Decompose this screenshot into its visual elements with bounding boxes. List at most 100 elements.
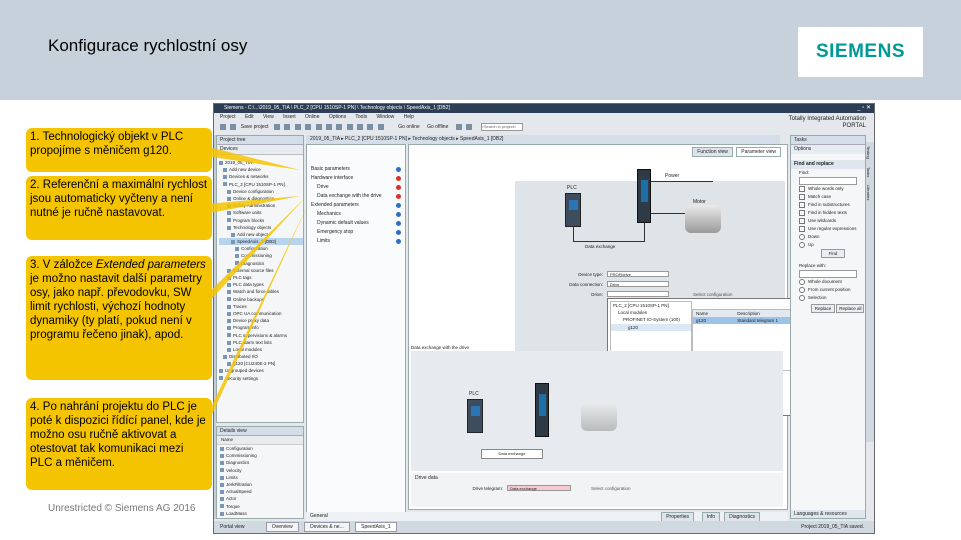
project-tree-item[interactable]: Ungrouped devices bbox=[219, 367, 303, 374]
options-label[interactable]: Options bbox=[794, 146, 811, 152]
replace-scope-option[interactable]: Selection bbox=[791, 294, 865, 302]
redo-icon[interactable] bbox=[336, 123, 343, 130]
compile-icon[interactable] bbox=[346, 123, 353, 130]
down-radio[interactable] bbox=[799, 233, 805, 240]
portal-view-button[interactable]: Portal view bbox=[220, 524, 244, 530]
project-tree-item[interactable]: Distributed I/O bbox=[219, 353, 303, 360]
find-option[interactable]: Find in substructures bbox=[791, 201, 865, 209]
menu-view[interactable]: View bbox=[263, 114, 274, 120]
find-option[interactable]: Use regular expressions bbox=[791, 225, 865, 233]
find-option-checkbox[interactable] bbox=[799, 217, 805, 224]
direction-down[interactable]: Down bbox=[791, 233, 865, 241]
function-nav-item[interactable]: Emergency stop bbox=[311, 228, 405, 237]
menu-online[interactable]: Online bbox=[305, 114, 319, 120]
go-offline-button[interactable]: Go offline bbox=[427, 124, 448, 130]
project-tree-item[interactable]: g120 [CU240E-2 PN] bbox=[219, 360, 303, 367]
menu-window[interactable]: Window bbox=[376, 114, 394, 120]
find-option-checkbox[interactable] bbox=[799, 209, 805, 216]
menu-tools[interactable]: Tools bbox=[355, 114, 367, 120]
find-option-checkbox[interactable] bbox=[799, 193, 805, 200]
find-option[interactable]: Use wildcards bbox=[791, 217, 865, 225]
project-tree-item[interactable]: 2019_05_TIA bbox=[219, 159, 303, 166]
details-view-item[interactable]: ActualSpeed bbox=[220, 488, 303, 495]
menu-help[interactable]: Help bbox=[404, 114, 414, 120]
drive-popup-tree-item[interactable]: PROFINET IO-System (100) bbox=[611, 316, 691, 323]
menu-insert[interactable]: Insert bbox=[283, 114, 296, 120]
devices-networks-tab[interactable]: Devices & ne... bbox=[304, 522, 350, 532]
project-tree-item[interactable]: SpeedAxis_1 [DB2] bbox=[219, 238, 303, 246]
simulation-icon[interactable] bbox=[377, 123, 384, 130]
cross-reference-icon[interactable] bbox=[466, 123, 473, 130]
drive-popup-tree-item[interactable]: Local modules bbox=[611, 309, 691, 316]
vtab-libraries[interactable]: Libraries bbox=[866, 177, 871, 200]
project-search-input[interactable]: <Search in project> bbox=[480, 122, 523, 131]
drive-select-config-link[interactable]: Select configuration bbox=[591, 486, 631, 491]
function-nav-item[interactable]: Data exchange with the drive bbox=[311, 192, 405, 201]
print-icon[interactable] bbox=[273, 123, 280, 130]
details-view-item[interactable]: LoadMass bbox=[220, 510, 303, 517]
project-tree-item[interactable]: PLC data types bbox=[219, 281, 303, 288]
replace-scope-radio[interactable] bbox=[799, 278, 805, 285]
function-nav-item[interactable]: Dynamic default values bbox=[311, 219, 405, 228]
find-input[interactable] bbox=[799, 177, 857, 185]
details-view-item[interactable]: Diagnostics bbox=[220, 459, 303, 466]
project-tree-item[interactable]: Software units bbox=[219, 209, 303, 216]
find-option[interactable]: Whole words only bbox=[791, 185, 865, 193]
data-connection-select[interactable]: Drive bbox=[607, 281, 669, 287]
details-view-item[interactable]: Actor bbox=[220, 495, 303, 502]
up-radio[interactable] bbox=[799, 241, 805, 248]
project-tree-item[interactable]: Commissioning bbox=[219, 252, 303, 259]
drive-telegram-select[interactable]: Data exchange bbox=[507, 485, 571, 491]
replace-scope-radio[interactable] bbox=[799, 286, 805, 293]
project-tree-item[interactable]: Diagnostics bbox=[219, 260, 303, 267]
go-online-button[interactable]: Go online bbox=[398, 124, 419, 130]
find-option-checkbox[interactable] bbox=[799, 185, 805, 192]
paste-icon[interactable] bbox=[305, 123, 312, 130]
details-view-item[interactable]: Torque bbox=[220, 503, 303, 510]
accessible-devices-icon[interactable] bbox=[455, 123, 462, 130]
project-tree-item[interactable]: PLC_2 [CPU 1510SP-1 PN] bbox=[219, 181, 303, 188]
replace-scope-option[interactable]: Whole document bbox=[791, 278, 865, 286]
menu-options[interactable]: Options bbox=[329, 114, 346, 120]
project-tree-item[interactable]: Watch and force tables bbox=[219, 288, 303, 295]
upload-icon[interactable] bbox=[367, 123, 374, 130]
open-project-icon[interactable] bbox=[230, 123, 237, 130]
download-icon[interactable] bbox=[357, 123, 364, 130]
replace-scope-radio[interactable] bbox=[799, 294, 805, 301]
overview-tab[interactable]: Overview bbox=[265, 522, 299, 532]
function-nav-item[interactable]: Mechanics bbox=[311, 210, 405, 219]
find-option-checkbox[interactable] bbox=[799, 225, 805, 232]
menu-edit[interactable]: Edit bbox=[245, 114, 254, 120]
vtab-testing[interactable]: Testing bbox=[866, 142, 871, 159]
details-view-item[interactable]: Configuration bbox=[220, 445, 303, 452]
function-nav-item[interactable]: Limits bbox=[311, 237, 405, 246]
find-option[interactable]: Find in hidden texts bbox=[791, 209, 865, 217]
project-tree-item[interactable]: Configuration bbox=[219, 245, 303, 252]
project-tree-item[interactable]: Safety Administration bbox=[219, 202, 303, 209]
drive-popup-tree-item[interactable]: g120 bbox=[611, 323, 691, 331]
find-option-checkbox[interactable] bbox=[799, 201, 805, 208]
project-tree-item[interactable]: Local modules bbox=[219, 346, 303, 353]
new-project-icon[interactable] bbox=[220, 123, 226, 130]
window-controls[interactable]: _ ▫ ✕ bbox=[857, 104, 871, 113]
function-nav-item[interactable]: Basic parameters bbox=[311, 165, 405, 174]
project-tree-item[interactable]: Devices & networks bbox=[219, 173, 303, 180]
project-tree-item[interactable]: Program blocks bbox=[219, 217, 303, 224]
details-view-item[interactable]: JerkFiltration bbox=[220, 481, 303, 488]
function-view-tab[interactable]: Function view bbox=[692, 147, 733, 157]
function-nav-item[interactable]: Extended parameters bbox=[311, 201, 405, 210]
project-tree-item[interactable]: Security settings bbox=[219, 375, 303, 382]
project-tree-item[interactable]: Add new device bbox=[219, 166, 303, 173]
replace-button[interactable]: Replace bbox=[811, 304, 835, 313]
replace-all-button[interactable]: Replace all bbox=[836, 304, 865, 313]
project-tree-item[interactable]: External source files bbox=[219, 267, 303, 274]
function-nav-item[interactable]: Hardware interface bbox=[311, 174, 405, 183]
details-view-item[interactable]: Commissioning bbox=[220, 452, 303, 459]
direction-up[interactable]: Up bbox=[791, 241, 865, 249]
select-configuration-link[interactable]: Select configuration bbox=[693, 292, 733, 297]
copy-icon[interactable] bbox=[294, 123, 301, 130]
menu-project[interactable]: Project bbox=[220, 114, 236, 120]
project-tree-collapse-strip[interactable] bbox=[214, 135, 216, 519]
project-tree-item[interactable]: Traces bbox=[219, 303, 303, 310]
project-tree-item[interactable]: Add new object bbox=[219, 231, 303, 238]
